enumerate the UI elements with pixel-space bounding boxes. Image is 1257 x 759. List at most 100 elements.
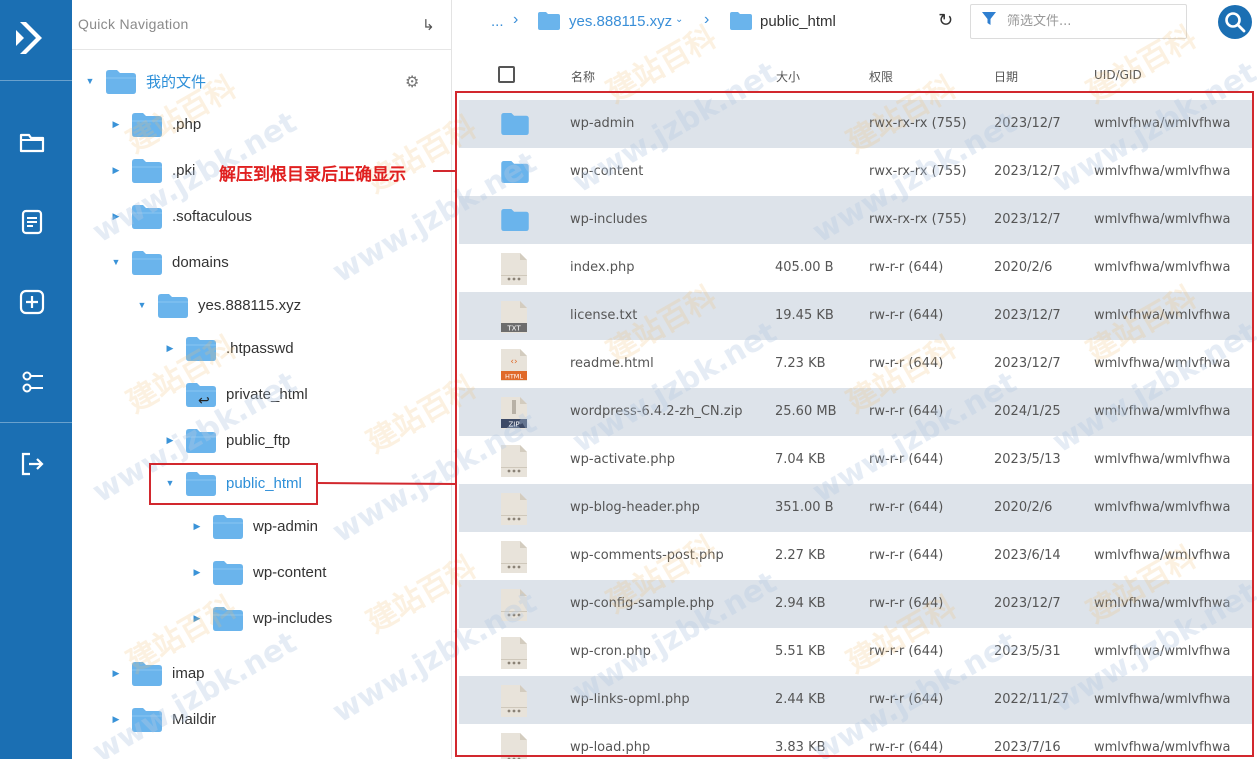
file-permissions[interactable]: rw-r-r (644) bbox=[869, 356, 943, 371]
folder-icon bbox=[538, 12, 560, 30]
collapse-icon[interactable]: ↳ bbox=[422, 16, 435, 34]
caret-down-icon[interactable]: ▼ bbox=[84, 76, 96, 86]
php-file-icon bbox=[501, 493, 527, 525]
table-row[interactable]: wp-blog-header.php 351.00 B rw-r-r (644) 20… bbox=[459, 484, 1253, 532]
svg-text:HTML: HTML bbox=[505, 373, 523, 381]
column-permissions[interactable]: 权限 bbox=[869, 68, 893, 85]
caret-right-icon[interactable]: ▶ bbox=[110, 165, 122, 176]
file-owner: wmlvfhwa/wmlvfhwa bbox=[1094, 356, 1231, 371]
table-row[interactable]: HTML ‹› readme.html 7.23 KB rw-r-r (644) 2023… bbox=[459, 340, 1253, 388]
file-permissions[interactable]: rw-r-r (644) bbox=[869, 548, 943, 563]
tree-item[interactable]: ▼ yes.888115.xyz bbox=[136, 290, 301, 320]
table-row[interactable]: ZIP wordpress-6.4.2-zh_CN.zip 25.60 MB rw-r… bbox=[459, 388, 1253, 436]
table-row[interactable]: wp-comments-post.php 2.27 KB rw-r-r (644) 2… bbox=[459, 532, 1253, 580]
table-row[interactable]: wp-config-sample.php 2.94 KB rw-r-r (644) 2… bbox=[459, 580, 1253, 628]
tree-item[interactable]: ▶ wp-includes bbox=[191, 603, 332, 633]
caret-right-icon[interactable]: ▶ bbox=[191, 613, 203, 624]
file-name[interactable]: wp-includes bbox=[570, 212, 647, 227]
file-permissions[interactable]: rw-r-r (644) bbox=[869, 260, 943, 275]
tree-item[interactable]: ▶ public_ftp bbox=[164, 425, 290, 455]
table-row[interactable]: wp-includes rwx-rx-rx (755) 2023/12/7 wmlvf… bbox=[459, 196, 1253, 244]
app-logo-icon[interactable] bbox=[14, 18, 50, 58]
table-row[interactable]: TXT license.txt 19.45 KB rw-r-r (644) 2023/1… bbox=[459, 292, 1253, 340]
settings-sliders-icon[interactable] bbox=[18, 368, 46, 396]
caret-right-icon[interactable]: ▶ bbox=[191, 521, 203, 532]
gear-icon[interactable]: ⚙ bbox=[405, 72, 419, 92]
file-name[interactable]: wp-comments-post.php bbox=[570, 548, 724, 563]
select-all-checkbox[interactable] bbox=[498, 66, 515, 83]
file-name[interactable]: wp-cron.php bbox=[570, 644, 651, 659]
caret-right-icon[interactable]: ▶ bbox=[110, 119, 122, 130]
caret-right-icon[interactable]: ▶ bbox=[164, 435, 176, 446]
search-button[interactable] bbox=[1218, 5, 1252, 39]
caret-right-icon[interactable]: ▶ bbox=[164, 343, 176, 354]
file-permissions[interactable]: rw-r-r (644) bbox=[869, 308, 943, 323]
file-permissions[interactable]: rwx-rx-rx (755) bbox=[869, 164, 967, 179]
tree-item[interactable]: ▶ wp-content bbox=[191, 557, 326, 587]
caret-right-icon[interactable]: ▶ bbox=[110, 668, 122, 679]
file-name[interactable]: wp-admin bbox=[570, 116, 634, 131]
file-permissions[interactable]: rw-r-r (644) bbox=[869, 404, 943, 419]
column-uid-gid[interactable]: UID/GID bbox=[1094, 68, 1142, 82]
column-name[interactable]: 名称 bbox=[571, 68, 595, 85]
file-permissions[interactable]: rw-r-r (644) bbox=[869, 740, 943, 755]
tree-item[interactable]: ▼ 我的文件 bbox=[84, 66, 206, 96]
tree-item[interactable]: ▶ .softaculous bbox=[110, 201, 252, 231]
caret-down-icon[interactable]: ▼ bbox=[164, 478, 176, 488]
file-permissions[interactable]: rwx-rx-rx (755) bbox=[869, 116, 967, 131]
add-new-icon[interactable] bbox=[18, 288, 46, 316]
file-name[interactable]: wp-links-opml.php bbox=[570, 692, 690, 707]
breadcrumb-current[interactable]: public_html bbox=[760, 13, 836, 30]
file-name[interactable]: license.txt bbox=[570, 308, 637, 323]
logout-icon[interactable] bbox=[18, 450, 46, 478]
file-name[interactable]: wp-activate.php bbox=[570, 452, 675, 467]
table-row[interactable]: wp-admin rwx-rx-rx (755) 2023/12/7 wmlvfhwa… bbox=[459, 100, 1253, 148]
file-permissions[interactable]: rwx-rx-rx (755) bbox=[869, 212, 967, 227]
file-name[interactable]: wordpress-6.4.2-zh_CN.zip bbox=[570, 404, 742, 419]
tree-item[interactable]: ▶ imap bbox=[110, 658, 205, 688]
caret-down-icon[interactable]: ▼ bbox=[136, 300, 148, 310]
tree-item[interactable]: ↩ private_html bbox=[164, 379, 308, 409]
file-permissions[interactable]: rw-r-r (644) bbox=[869, 500, 943, 515]
table-row[interactable]: wp-activate.php 7.04 KB rw-r-r (644) 2023/5… bbox=[459, 436, 1253, 484]
table-row[interactable]: index.php 405.00 B rw-r-r (644) 2020/2/6 wml… bbox=[459, 244, 1253, 292]
files-folder-icon[interactable] bbox=[18, 128, 46, 156]
document-icon[interactable] bbox=[18, 208, 46, 236]
file-name[interactable]: wp-config-sample.php bbox=[570, 596, 714, 611]
tree-item[interactable]: ▶ wp-admin bbox=[191, 511, 318, 541]
table-row[interactable]: wp-links-opml.php 2.44 KB rw-r-r (644) 2022… bbox=[459, 676, 1253, 724]
file-name[interactable]: wp-blog-header.php bbox=[570, 500, 700, 515]
file-name[interactable]: readme.html bbox=[570, 356, 654, 371]
file-permissions[interactable]: rw-r-r (644) bbox=[869, 644, 943, 659]
caret-down-icon[interactable]: ▼ bbox=[110, 257, 122, 267]
column-date[interactable]: 日期 bbox=[994, 68, 1018, 85]
caret-right-icon[interactable]: ▶ bbox=[110, 211, 122, 222]
tree-item[interactable]: ▶ Maildir bbox=[110, 704, 216, 734]
php-file-icon bbox=[501, 445, 527, 477]
tree-item[interactable]: ▼ public_html bbox=[164, 468, 302, 498]
table-row[interactable]: wp-content rwx-rx-rx (755) 2023/12/7 wmlvfh… bbox=[459, 148, 1253, 196]
chevron-down-icon[interactable]: ⌄ bbox=[675, 14, 683, 25]
file-permissions[interactable]: rw-r-r (644) bbox=[869, 452, 943, 467]
breadcrumb-ellipsis[interactable]: ... bbox=[491, 13, 504, 30]
file-permissions[interactable]: rw-r-r (644) bbox=[869, 692, 943, 707]
file-name[interactable]: index.php bbox=[570, 260, 634, 275]
column-size[interactable]: 大小 bbox=[776, 68, 800, 85]
breadcrumb-domain[interactable]: yes.888115.xyz bbox=[569, 13, 672, 30]
folder-icon bbox=[213, 607, 243, 631]
refresh-icon[interactable]: ↻ bbox=[938, 10, 953, 31]
file-name[interactable]: wp-content bbox=[570, 164, 643, 179]
caret-right-icon[interactable]: ▶ bbox=[191, 567, 203, 578]
caret-right-icon[interactable]: ▶ bbox=[110, 714, 122, 725]
tree-item[interactable]: ▶ .htpasswd bbox=[164, 333, 294, 363]
filter-input[interactable] bbox=[1007, 14, 1167, 29]
file-date: 2023/12/7 bbox=[994, 164, 1061, 179]
tree-item[interactable]: ▶ .pki bbox=[110, 155, 195, 185]
tree-item[interactable]: ▶ .php bbox=[110, 109, 201, 139]
table-row[interactable]: wp-cron.php 5.51 KB rw-r-r (644) 2023/5/31 w… bbox=[459, 628, 1253, 676]
file-name[interactable]: wp-load.php bbox=[570, 740, 650, 755]
tree-item[interactable]: ▼ domains bbox=[110, 247, 229, 277]
table-row[interactable]: wp-load.php 3.83 KB rw-r-r (644) 2023/7/16 w… bbox=[459, 724, 1253, 759]
filter-box[interactable] bbox=[970, 4, 1187, 39]
file-permissions[interactable]: rw-r-r (644) bbox=[869, 596, 943, 611]
